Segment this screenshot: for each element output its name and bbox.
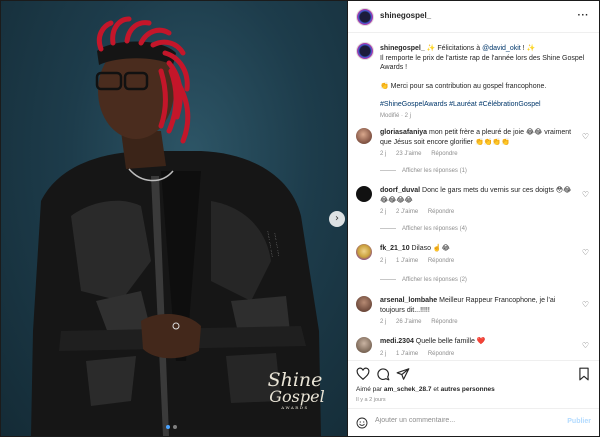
comment-username[interactable]: arsenal_lombahe [380,297,437,304]
replies-divider [380,169,396,171]
caption-username[interactable]: shinegospel_ [380,45,425,52]
comment-body: fk_21_10 Dilaso ☝️😂 2 j 1 J'aime Répondr… [380,244,574,266]
carousel-indicator [166,425,177,429]
comment-text: Quelle belle famille ❤️ [413,338,486,345]
view-replies-button[interactable]: Afficher les réponses (1) [380,168,467,174]
caption-modified: Modifié · 2 j [380,112,412,119]
caption-mention[interactable]: @david_okit [482,45,521,52]
comment-reply-button[interactable]: Répondre [428,209,454,215]
comment-username[interactable]: fk_21_10 [380,245,410,252]
add-comment-bar: Publier [348,408,599,436]
bookmark-icon[interactable] [577,367,591,381]
post-photo[interactable]: ······ ···· ····· ····· ···· ···· Shine … [1,1,347,436]
avatar[interactable] [356,337,372,353]
comment-body: arsenal_lombahe Meilleur Rappeur Francop… [380,296,574,328]
comment-meta: 2 j 1 J'aime Répondre [380,350,574,360]
replies-divider [380,227,396,229]
view-replies-button[interactable]: Afficher les réponses (4) [380,226,467,232]
caption-line3: 👏 Merci pour sa contribution au gospel f… [380,82,547,90]
avatar[interactable] [356,8,374,26]
comment-body: medi.2304 Quelle belle famille ❤️ 2 j 1 … [380,337,574,359]
view-replies-label[interactable]: Afficher les réponses (4) [402,226,467,232]
heart-icon[interactable]: ♡ [582,300,589,309]
heart-icon[interactable] [356,367,370,381]
post-modal: ······ ···· ····· ····· ···· ···· Shine … [0,0,600,437]
comment-meta: 2 j 23 J'aime Répondre [380,150,574,160]
chevron-right-icon: › [335,213,339,224]
comment-meta: 2 j 26 J'aime Répondre [380,318,574,328]
avatar[interactable] [356,42,374,60]
comment-input[interactable] [375,417,555,424]
liked-by-others[interactable]: autres personnes [441,386,495,393]
comment-time: 2 j [380,319,387,325]
share-icon[interactable] [396,367,410,381]
comment-username[interactable]: doorf_duval [380,187,420,194]
comment-icon[interactable] [376,367,390,381]
header-username[interactable]: shinegospel_ [380,11,431,20]
comment-meta: 2 j 2 J'aime Répondre [380,208,574,218]
carousel-dot-active [166,425,170,429]
view-replies-button[interactable]: Afficher les réponses (2) [380,277,467,283]
liked-by-suffix: et [431,386,441,393]
comment-text: Dilaso ☝️😂 [409,245,450,252]
comment-likes[interactable]: 23 J'aime [396,151,422,157]
heart-icon[interactable]: ♡ [582,248,589,257]
replies-divider [380,278,396,280]
avatar[interactable] [356,186,372,202]
post-details-panel: shinegospel_ ··· shinegospel_ ✨ Félicita… [348,1,599,436]
avatar[interactable] [356,296,372,312]
post-time: Il y a 2 jours [356,397,386,403]
post-header: shinegospel_ ··· [348,1,599,33]
view-replies-label[interactable]: Afficher les réponses (2) [402,277,467,283]
publish-button[interactable]: Publier [567,418,591,425]
comment-likes[interactable]: 26 J'aime [396,319,422,325]
comment-time: 2 j [380,350,387,357]
caption-body: shinegospel_ ✨ Félicitations à @david_ok… [380,44,586,121]
logo-line-2: Gospel [269,387,325,406]
caption-line1-suffix: ! ✨ [520,45,536,52]
comment-reply-button[interactable]: Répondre [428,258,454,264]
liked-by-user[interactable]: am_schek_28.7 [384,386,432,393]
comment-time: 2 j [380,257,387,264]
shine-gospel-logo: Shine Gospel AWARDS [263,371,327,411]
comment-body: doorf_duval Donc le gars mets du vernis … [380,186,574,218]
comment-username[interactable]: medi.2304 [380,338,414,345]
avatar[interactable] [356,244,372,260]
comments-scroll-area[interactable]: shinegospel_ ✨ Félicitations à @david_ok… [348,34,599,360]
heart-icon[interactable]: ♡ [582,341,589,350]
comment-time: 2 j [380,151,387,157]
liked-by-prefix: Aimé par [356,386,384,393]
comment-time: 2 j [380,209,387,215]
comment-reply-button[interactable]: Répondre [431,151,457,157]
heart-icon[interactable]: ♡ [582,190,589,199]
comment-meta: 2 j 1 J'aime Répondre [380,257,574,267]
next-image-button[interactable]: › [329,211,345,227]
caption-hashtags[interactable]: #ShineGospelAwards #Lauréat #Célébration… [380,101,541,108]
more-horizontal-icon[interactable]: ··· [578,10,590,21]
emoji-icon[interactable] [356,417,368,429]
comment-body: gloriasafaniya mon petit frère a pleuré … [380,128,574,160]
comment-reply-button[interactable]: Répondre [431,319,457,325]
liked-by: Aimé par am_schek_28.7 et autres personn… [356,386,495,393]
comment-likes[interactable]: 1 J'aime [396,258,418,264]
carousel-dot [173,425,177,429]
caption-line2: Il remporte le prix de l'artiste rap de … [380,54,585,72]
heart-icon[interactable]: ♡ [582,132,589,141]
comment-likes[interactable]: 2 J'aime [396,209,418,215]
comment-likes[interactable]: 1 J'aime [396,351,418,357]
comment-reply-button[interactable]: Répondre [428,351,454,357]
caption-line1-prefix: ✨ Félicitations à [424,45,483,52]
comment-username[interactable]: gloriasafaniya [380,129,427,136]
avatar[interactable] [356,128,372,144]
view-replies-label[interactable]: Afficher les réponses (1) [402,168,467,174]
